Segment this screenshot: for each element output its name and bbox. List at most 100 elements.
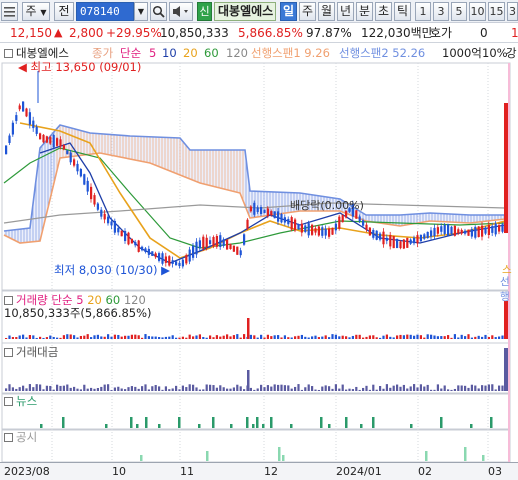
amount-bar (324, 385, 327, 391)
checkbox-icon[interactable] (4, 433, 13, 442)
volume-bar (22, 334, 25, 339)
candle-body (280, 214, 283, 223)
disclosure-bar (206, 451, 209, 461)
amount-panel-title: 거래대금 (4, 345, 58, 359)
amount-bar (93, 388, 96, 391)
candle-body (83, 174, 86, 185)
period-tab-year[interactable]: 년 (337, 2, 354, 21)
candle-body (443, 224, 446, 235)
stock-name-field[interactable]: 대봉엘에스 (214, 2, 276, 21)
amount-bar (321, 386, 324, 391)
period-tab-day[interactable]: 일 (280, 2, 297, 21)
candle-body (18, 105, 21, 110)
volume-bar (59, 337, 62, 339)
volume-bar (297, 335, 300, 339)
stock-code-input[interactable]: 078140 (76, 2, 134, 21)
checkbox-icon[interactable] (4, 296, 13, 305)
candle-body (229, 244, 232, 249)
volume-bar (62, 335, 65, 339)
volume-bar (491, 335, 494, 339)
date-label: 02 (418, 465, 432, 478)
period-tab-week[interactable]: 주 (299, 2, 316, 21)
period-tab-month[interactable]: 월 (318, 2, 335, 21)
candle-body (154, 253, 157, 258)
volume-bar (120, 336, 123, 339)
candle-body (42, 134, 45, 143)
news-panel-title: 뉴스 (4, 394, 37, 408)
volume-bar (290, 337, 293, 339)
volume-bar (453, 334, 456, 339)
volume-bar (209, 335, 212, 339)
interval-button-30[interactable]: 3 (507, 2, 518, 21)
volume-bar (416, 334, 419, 339)
checkbox-icon[interactable] (4, 49, 13, 58)
amount-bar (25, 388, 28, 391)
volume-bar (73, 335, 76, 339)
amount-bar (76, 388, 79, 391)
volume-bar (243, 334, 246, 339)
amount-bar (243, 389, 246, 391)
candle-body (117, 228, 120, 233)
legend-span2: 선행스팬2 52.26 (339, 46, 426, 60)
volume-bar (430, 334, 433, 339)
amount-bar (481, 385, 484, 391)
amount-bar (443, 385, 446, 391)
period-tab-minute[interactable]: 분 (356, 2, 373, 21)
candle-body (113, 220, 116, 233)
market-select[interactable]: 주 ▼ (22, 2, 50, 21)
news-bar (246, 417, 249, 428)
stock-chart[interactable] (0, 43, 518, 462)
interval-button-5[interactable]: 5 (451, 2, 467, 21)
amount-bar (419, 384, 422, 391)
volume-bar (379, 337, 382, 339)
volume-bar (66, 334, 69, 339)
legend-ma5: 5 (149, 46, 157, 60)
volume-bar (304, 336, 307, 339)
amount-bar (379, 385, 382, 391)
speaker-icon[interactable] (169, 2, 193, 21)
trade-amount: 122,030백만 (361, 26, 433, 40)
interval-button-15[interactable]: 15 (488, 2, 505, 21)
volume-bar (188, 334, 191, 339)
candle-body (263, 209, 266, 213)
interval-button-10[interactable]: 10 (469, 2, 486, 21)
interval-button-1[interactable]: 1 (415, 2, 431, 21)
news-bar (270, 417, 273, 428)
range-button[interactable]: 전 (54, 2, 74, 21)
amount-bar (192, 384, 195, 391)
amount-bar (277, 384, 280, 391)
volume-bar (178, 337, 181, 339)
code-dropdown-button[interactable]: ▼ (134, 2, 148, 21)
interval-button-3[interactable]: 3 (433, 2, 449, 21)
volume-bar (283, 335, 286, 339)
candle-body (477, 226, 480, 238)
checkbox-icon[interactable] (4, 348, 13, 357)
candle-body (474, 226, 477, 238)
amount-bar (154, 385, 157, 391)
candle-body (62, 145, 65, 150)
candle-body (171, 260, 174, 264)
checkbox-icon[interactable] (4, 397, 13, 406)
amount-bar (247, 370, 250, 391)
candle-body (90, 186, 93, 200)
amount-bar (484, 385, 487, 391)
amount-bar (79, 389, 82, 391)
period-tab-tick[interactable]: 틱 (394, 2, 411, 21)
legend-span1: 선행스팬1 9.26 (251, 46, 330, 60)
volume-bar (175, 337, 178, 339)
news-bar (212, 417, 215, 428)
disclosure-bar (482, 455, 485, 461)
search-icon[interactable] (150, 2, 167, 21)
candle-body (416, 235, 419, 244)
news-bar (345, 417, 348, 428)
volume-bar (130, 334, 133, 339)
amount-bar (28, 384, 31, 391)
amount-bar (42, 389, 45, 391)
amount-bar (161, 389, 164, 391)
date-axis: 2023/08 10 11 12 2024/01 02 03 (0, 462, 518, 480)
settings-icon[interactable] (1, 2, 18, 21)
volume-bar (117, 334, 120, 339)
amount-bar (205, 384, 208, 391)
period-tab-second[interactable]: 초 (375, 2, 392, 21)
candle-body (243, 234, 246, 245)
